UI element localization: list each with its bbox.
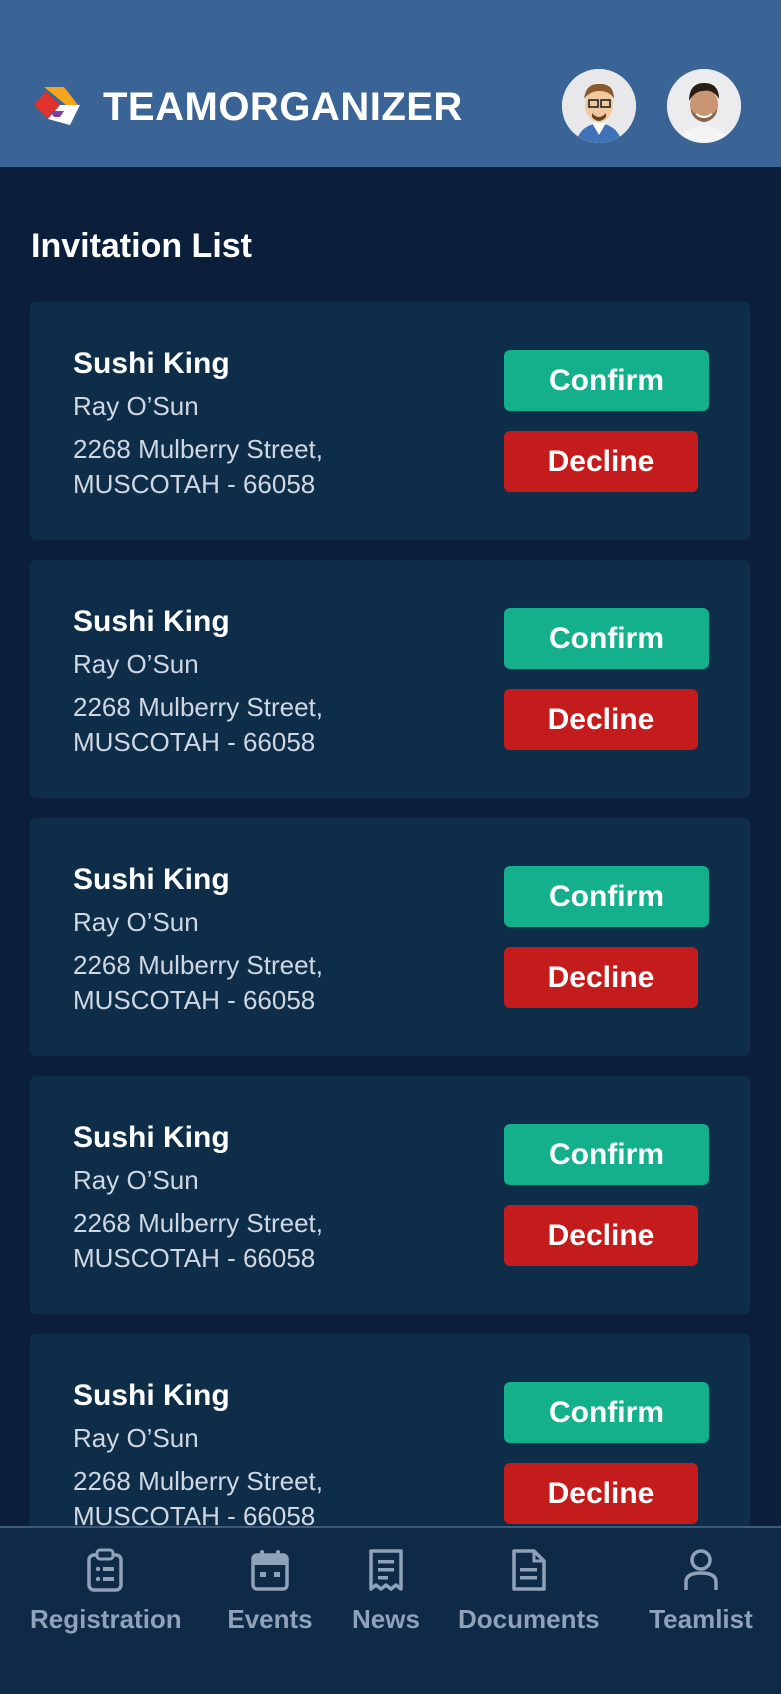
nav-label: Events	[227, 1604, 313, 1634]
nav-label: Documents	[458, 1604, 600, 1634]
confirm-button[interactable]: Confirm	[504, 1124, 709, 1185]
avatar-cartoon[interactable]	[562, 69, 636, 143]
address-line2: MUSCOTAH - 66058	[73, 1243, 316, 1273]
invitation-address: 2268 Mulberry Street, MUSCOTAH - 66058	[73, 690, 393, 760]
invitation-person: Ray O’Sun	[73, 391, 199, 421]
nav-label: Teamlist	[649, 1604, 753, 1634]
teamorganizer-logo-icon	[30, 83, 84, 129]
nav-item-documents[interactable]: Documents	[458, 1548, 600, 1635]
invitation-name: Sushi King	[73, 347, 230, 380]
decline-button[interactable]: Decline	[504, 689, 698, 750]
avatar-photo[interactable]	[667, 69, 741, 143]
invitation-card: Sushi King Ray O’Sun 2268 Mulberry Stree…	[30, 1076, 750, 1314]
invitation-name: Sushi King	[73, 1121, 230, 1154]
address-line2: MUSCOTAH - 66058	[73, 985, 316, 1015]
invitation-list: Sushi King Ray O’Sun 2268 Mulberry Stree…	[30, 302, 750, 1592]
document-icon	[512, 1549, 546, 1591]
invitation-person: Ray O’Sun	[73, 649, 199, 679]
invitation-card: Sushi King Ray O’Sun 2268 Mulberry Stree…	[30, 302, 750, 540]
invitation-person: Ray O’Sun	[73, 1165, 199, 1195]
app-brand-title: TEAMORGANIZER	[103, 85, 463, 129]
address-line2: MUSCOTAH - 66058	[73, 469, 316, 499]
bottom-navigation: Registration Events News Documents Teaml…	[0, 1526, 781, 1694]
address-line1: 2268 Mulberry Street,	[73, 950, 324, 980]
decline-button[interactable]: Decline	[504, 947, 698, 1008]
invitation-name: Sushi King	[73, 1379, 230, 1412]
decline-button[interactable]: Decline	[504, 1205, 698, 1266]
address-line2: MUSCOTAH - 66058	[73, 727, 316, 757]
address-line1: 2268 Mulberry Street,	[73, 434, 324, 464]
confirm-button[interactable]: Confirm	[504, 350, 709, 411]
app-header: TEAMORGANIZER	[0, 0, 781, 167]
decline-button[interactable]: Decline	[504, 1463, 698, 1524]
calendar-icon	[251, 1550, 289, 1591]
invitation-address: 2268 Mulberry Street, MUSCOTAH - 66058	[73, 432, 393, 502]
nav-item-news[interactable]: News	[350, 1548, 422, 1635]
invitation-card: Sushi King Ray O’Sun 2268 Mulberry Stree…	[30, 560, 750, 798]
invitation-name: Sushi King	[73, 863, 230, 896]
person-icon	[684, 1549, 718, 1590]
invitation-card: Sushi King Ray O’Sun 2268 Mulberry Stree…	[30, 818, 750, 1056]
invitation-person: Ray O’Sun	[73, 1423, 199, 1453]
address-line1: 2268 Mulberry Street,	[73, 1208, 324, 1238]
nav-label: News	[352, 1604, 420, 1634]
invitation-address: 2268 Mulberry Street, MUSCOTAH - 66058	[73, 948, 393, 1018]
confirm-button[interactable]: Confirm	[504, 1382, 709, 1443]
decline-button[interactable]: Decline	[504, 431, 698, 492]
address-line1: 2268 Mulberry Street,	[73, 692, 324, 722]
nav-label: Registration	[30, 1604, 182, 1634]
nav-item-registration[interactable]: Registration	[30, 1548, 182, 1635]
receipt-icon	[369, 1549, 403, 1591]
nav-item-events[interactable]: Events	[220, 1548, 320, 1635]
nav-item-teamlist[interactable]: Teamlist	[646, 1548, 756, 1635]
invitation-name: Sushi King	[73, 605, 230, 638]
invitation-address: 2268 Mulberry Street, MUSCOTAH - 66058	[73, 1206, 393, 1276]
invitation-person: Ray O’Sun	[73, 907, 199, 937]
invitation-address: 2268 Mulberry Street, MUSCOTAH - 66058	[73, 1464, 393, 1534]
address-line1: 2268 Mulberry Street,	[73, 1466, 324, 1496]
clipboard-icon	[87, 1548, 123, 1592]
page-title: Invitation List	[31, 227, 252, 265]
confirm-button[interactable]: Confirm	[504, 866, 709, 927]
confirm-button[interactable]: Confirm	[504, 608, 709, 669]
